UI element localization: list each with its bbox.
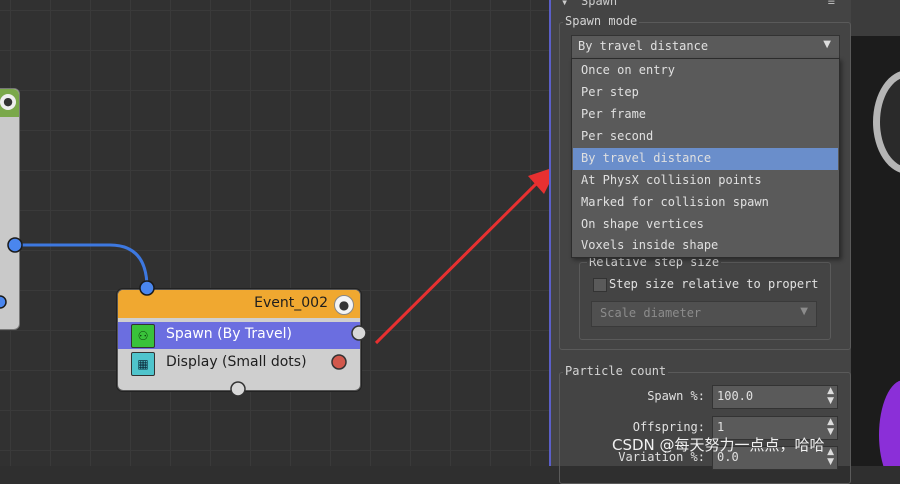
viewport-purple-object [879,380,900,466]
operator-output-socket [351,325,367,341]
viewport-ring-object [873,70,900,174]
output-socket [7,237,23,253]
spawn-mode-label: Spawn mode [563,14,640,28]
step-size-relative-label[interactable]: Step size relative to propert [609,277,819,291]
scale-dropdown-value: Scale diameter [600,306,702,320]
spinner-arrows-icon[interactable]: ▲ ▼ [827,447,834,467]
operator-output-socket-red [331,354,347,370]
spawn-mode-option[interactable]: Per step [573,82,838,104]
spawn-mode-option[interactable]: Once on entry [573,60,838,82]
particle-count-label: Particle count [563,364,669,378]
spawn-mode-dropdown[interactable]: By travel distance ▼ [571,35,840,59]
spawn-mode-options[interactable]: Once on entry Per step Per frame Per sec… [571,58,840,258]
spinner-arrows-icon[interactable]: ▲ ▼ [827,386,834,406]
scale-dropdown[interactable]: Scale diameter ▼ [591,301,817,327]
spawn-mode-value: By travel distance [578,39,709,53]
annotation-arrow-line [374,178,542,345]
event-output-socket [230,381,246,397]
chevron-down-icon: ▼ [823,39,831,50]
input-socket [139,280,155,296]
spawn-mode-option[interactable]: Per frame [573,104,838,126]
watermark: CSDN @每天努力一点点，哈哈 [612,436,825,454]
spawn-mode-option[interactable]: At PhysX collision points [573,170,838,192]
offspring-label: Offspring: [632,420,705,434]
spawn-mode-option[interactable]: Marked for collision spawn [573,192,838,214]
step-size-relative-checkbox[interactable] [593,278,607,292]
rollout-title[interactable]: Spawn [581,0,617,8]
spawn-mode-option[interactable]: Voxels inside shape [573,235,838,257]
spawn-mode-option[interactable]: On shape vertices [573,214,838,236]
spawn-mode-option-selected[interactable]: By travel distance [573,148,838,170]
3d-viewport[interactable] [851,0,900,466]
viewport-toolbar [851,0,900,36]
spawn-percent-spinner[interactable]: 100.0 ▲ ▼ [712,385,838,409]
spawn-percent-value: 100.0 [717,389,754,403]
spinner-arrows-icon[interactable]: ▲ ▼ [827,417,834,437]
rollout-collapse-icon[interactable]: ▾ [561,0,568,9]
offspring-value: 1 [717,420,725,434]
properties-panel: ▾ Spawn ≡ Spawn mode By travel distance … [549,0,853,484]
chevron-down-icon: ▼ [800,306,808,317]
spawn-percent-label: Spawn %: [647,389,705,403]
spawn-mode-option[interactable]: Per second [573,126,838,148]
rollout-menu-icon[interactable]: ≡ [828,0,835,8]
output-socket-partial [0,295,7,309]
event-wire [15,243,149,289]
